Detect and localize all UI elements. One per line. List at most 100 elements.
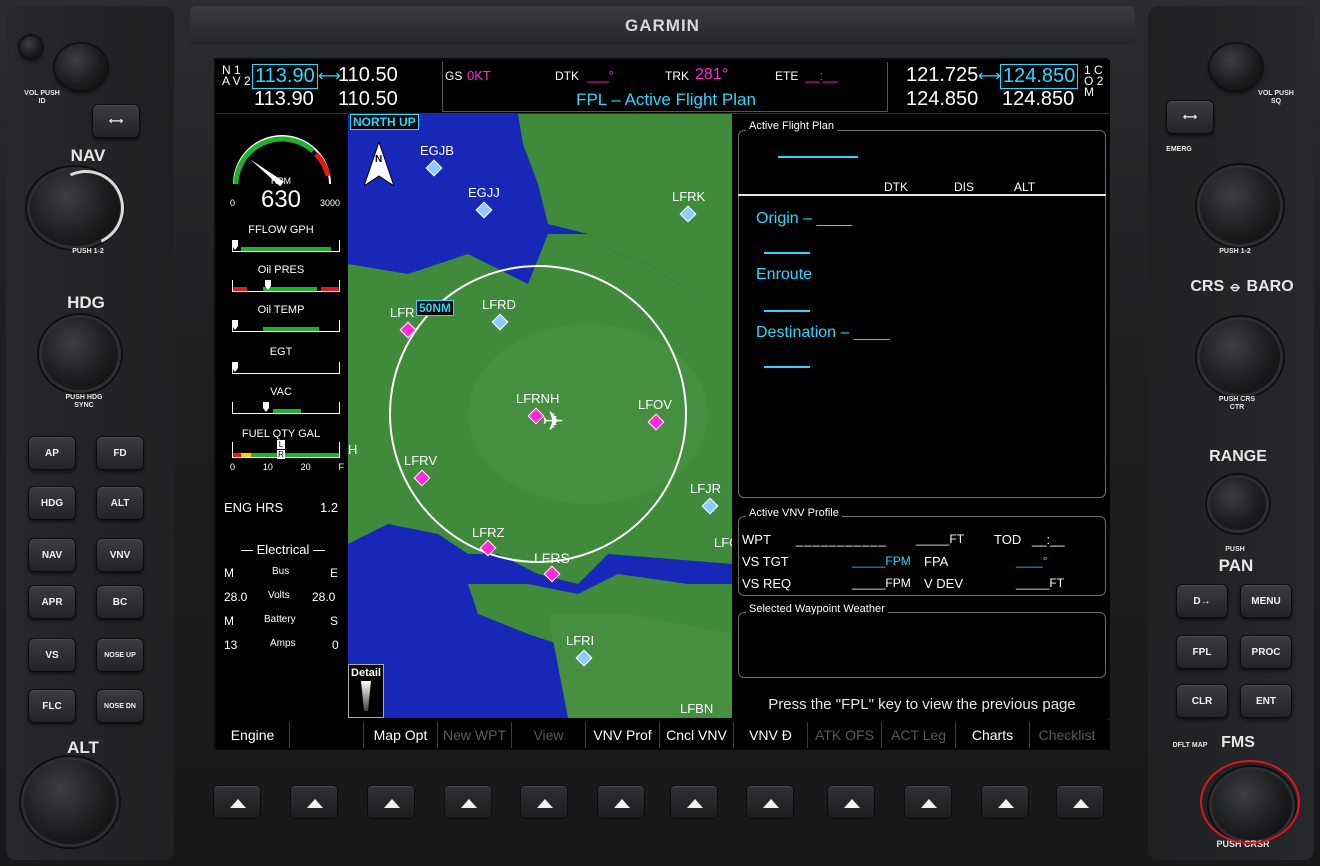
swap-arrow-icon: ⟷ xyxy=(978,68,1001,85)
nose-dn-button[interactable]: NOSE DN xyxy=(96,689,144,723)
apr-button[interactable]: APR xyxy=(28,585,76,619)
waypoint[interactable]: LFRS xyxy=(534,550,570,583)
fuel-qty-bar: L R xyxy=(232,440,340,459)
waypoint[interactable]: LFRD xyxy=(482,296,518,331)
waypoint[interactable]: EGJB xyxy=(420,142,454,177)
crs-baro-icon: ⦵ xyxy=(1228,278,1243,295)
nav1-active-freq[interactable]: 113.90 xyxy=(252,64,318,89)
waypoint[interactable]: EGJJ xyxy=(468,184,500,219)
softkey-12-button[interactable] xyxy=(1056,785,1104,819)
active-flight-plan-title: Active Flight Plan xyxy=(746,120,837,132)
swap-icon: ⟷ xyxy=(108,115,124,127)
waypoint[interactable]: LFRK xyxy=(672,188,705,223)
waypoint[interactable]: LFR xyxy=(390,304,426,339)
menu-button[interactable]: MENU xyxy=(1240,584,1292,618)
softkey-atk-ofs[interactable]: ATK OFS xyxy=(808,722,882,748)
amps-s: 0 xyxy=(332,638,339,652)
softkey-vnv-prof[interactable]: VNV Prof xyxy=(586,722,660,748)
hdg-button[interactable]: HDG xyxy=(28,486,76,520)
softkey-view[interactable]: View xyxy=(512,722,586,748)
softkey-map-opt[interactable]: Map Opt xyxy=(364,722,438,748)
com2-active-freq[interactable]: 124.850 xyxy=(906,88,978,111)
softkey-9-button[interactable] xyxy=(827,785,875,819)
softkey-6-button[interactable] xyxy=(597,785,645,819)
direct-to-button[interactable]: D→ xyxy=(1176,584,1228,618)
nav-swap-button[interactable]: ⟷ xyxy=(92,104,140,138)
softkey-act-leg[interactable]: ACT Leg xyxy=(882,722,956,748)
softkey-4-button[interactable] xyxy=(444,785,492,819)
enroute-row[interactable]: Enroute xyxy=(756,266,812,284)
softkey-engine[interactable]: Engine xyxy=(216,722,290,748)
alt-knob[interactable] xyxy=(24,760,116,844)
com-knob[interactable] xyxy=(1200,168,1280,244)
vstgt-value[interactable]: _____FPM xyxy=(852,554,911,568)
softkey-bar: Engine Map Opt New WPT View VNV Prof Cnc… xyxy=(216,720,1110,750)
com1-standby-freq[interactable]: 124.850 xyxy=(1000,64,1079,89)
proc-button[interactable]: PROC xyxy=(1240,635,1292,669)
softkey-5-button[interactable] xyxy=(520,785,568,819)
waypoint[interactable]: LFC xyxy=(714,534,732,552)
fms-label: FMS xyxy=(1221,734,1255,751)
fpa-value[interactable]: ____° xyxy=(1016,554,1048,568)
waypoint[interactable]: LFRZ xyxy=(472,524,505,557)
softkey-checklist[interactable]: Checklist xyxy=(1030,722,1104,748)
softkey-7-button[interactable] xyxy=(670,785,718,819)
softkey-blank[interactable] xyxy=(290,722,364,748)
fd-button[interactable]: FD xyxy=(96,436,144,470)
nav2-active-freq[interactable]: 113.90 xyxy=(254,88,314,111)
vac-label: VAC xyxy=(270,386,292,398)
waypoint[interactable]: LFRV xyxy=(404,452,440,487)
brand-logo: GARMIN xyxy=(625,16,700,35)
rpm-label: RPM xyxy=(271,176,291,186)
waypoint[interactable]: LFRI xyxy=(566,632,602,667)
com-swap-button[interactable]: ⟷ xyxy=(1166,100,1214,134)
destination-row[interactable]: Destination – ____ xyxy=(756,324,889,342)
waypoint[interactable]: LFOV xyxy=(638,396,674,431)
vol-knob-left[interactable] xyxy=(55,44,107,90)
waypoint[interactable]: LFBN xyxy=(680,700,713,718)
com2-standby-freq[interactable]: 124.850 xyxy=(1002,88,1074,111)
vnv-button[interactable]: VNV xyxy=(96,538,144,572)
nav1-standby-freq[interactable]: 110.50 xyxy=(338,64,398,87)
amps-label: Amps xyxy=(270,638,296,649)
origin-row[interactable]: Origin – ____ xyxy=(756,210,852,228)
vs-button[interactable]: VS xyxy=(28,638,76,672)
nav-button[interactable]: NAV xyxy=(28,538,76,572)
ent-button[interactable]: ENT xyxy=(1240,684,1292,718)
gs-label: GS xyxy=(445,69,463,83)
crs-baro-knob[interactable] xyxy=(1200,320,1280,394)
nav2-standby-freq[interactable]: 110.50 xyxy=(338,88,398,111)
clr-button[interactable]: CLR xyxy=(1176,684,1228,718)
hdg-knob[interactable] xyxy=(42,318,118,390)
softkey-vnv-direct[interactable]: VNV Đ xyxy=(734,722,808,748)
pan-push-label: PUSH xyxy=(1225,546,1245,553)
softkey-3-button[interactable] xyxy=(367,785,415,819)
navigation-map[interactable]: NORTH UP N 50NM Detail EGJB EGJJ LFRK LF… xyxy=(348,114,732,718)
battery-label: Battery xyxy=(264,614,296,625)
detail-control[interactable]: Detail xyxy=(348,664,384,718)
com1-active-freq[interactable]: 121.725 xyxy=(906,64,978,87)
softkey-charts[interactable]: Charts xyxy=(956,722,1030,748)
softkey-10-button[interactable] xyxy=(904,785,952,819)
oil-pres-label: Oil PRES xyxy=(257,264,305,276)
vol-knob-right[interactable] xyxy=(1210,44,1262,90)
range-knob[interactable] xyxy=(1210,478,1266,530)
nose-up-button[interactable]: NOSE UP xyxy=(96,638,144,672)
alt-button[interactable]: ALT xyxy=(96,486,144,520)
softkey-11-button[interactable] xyxy=(981,785,1029,819)
bc-button[interactable]: BC xyxy=(96,585,144,619)
softkey-1-button[interactable] xyxy=(213,785,261,819)
ap-button[interactable]: AP xyxy=(28,436,76,470)
fpl-button[interactable]: FPL xyxy=(1176,635,1228,669)
flc-button[interactable]: FLC xyxy=(28,689,76,723)
softkey-cncl-vnv[interactable]: Cncl VNV xyxy=(660,722,734,748)
alt-label: ALT xyxy=(67,738,99,757)
softkey-2-button[interactable] xyxy=(290,785,338,819)
map-label: H xyxy=(348,442,358,457)
waypoint[interactable]: LFJR xyxy=(690,480,730,515)
airport-icon xyxy=(491,313,509,331)
fpl-name-field[interactable] xyxy=(778,150,858,158)
softkey-new-wpt[interactable]: New WPT xyxy=(438,722,512,748)
north-up-label[interactable]: NORTH UP xyxy=(350,114,419,130)
softkey-8-button[interactable] xyxy=(746,785,794,819)
